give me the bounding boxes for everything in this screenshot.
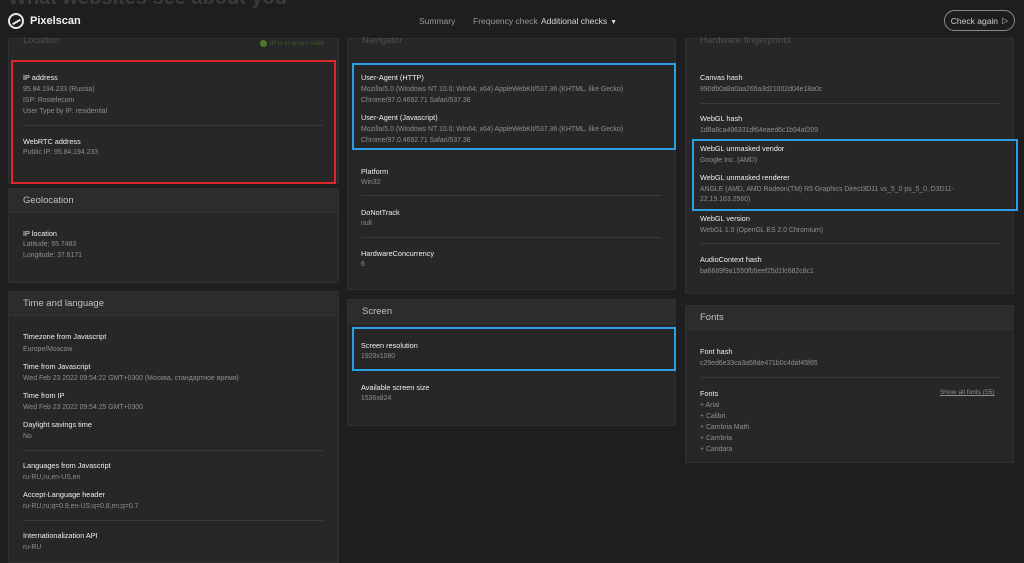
divider: [361, 237, 661, 238]
languages-js-label: Languages from Javascript: [23, 461, 111, 470]
font-hash-value: c29ed6e33ca3a58de471b0c4daf45f65: [700, 360, 818, 367]
intl-api-value: ru-RU: [23, 544, 42, 551]
accept-language-label: Accept-Language header: [23, 490, 105, 499]
divider: [361, 195, 661, 196]
fonts-panel: Fonts Font hash c29ed6e33ca3a58de471b0c4…: [685, 305, 1014, 463]
audiocontext-hash-value: ba6689f9a1550fb5eef25d1fc682c8c1: [700, 268, 814, 275]
time-ip-value: Wed Feb 23 2022 09:54:25 GMT+0300: [23, 404, 143, 411]
font-hash-label: Font hash: [700, 347, 733, 356]
audiocontext-hash-label: AudioContext hash: [700, 255, 762, 264]
ip-match-note: IP is in green state: [260, 40, 325, 47]
fonts-panel-header: Fonts: [686, 306, 1013, 330]
time-language-title: Time and language: [23, 298, 104, 309]
time-js-value: Wed Feb 23 2022 09:54:22 GMT+0300 (Москв…: [23, 375, 239, 382]
font-item: + Calibri: [700, 413, 726, 420]
hardware-concurrency-value: 6: [361, 261, 365, 268]
timezone-label: Timezone from Javascript: [23, 332, 107, 341]
divider: [23, 450, 323, 451]
chevron-down-icon: ▼: [610, 19, 618, 26]
webgl-version-label: WebGL version: [700, 214, 750, 223]
nav-summary[interactable]: Summary: [419, 16, 455, 26]
geolocation-panel-header: Geolocation: [9, 189, 338, 213]
donottrack-value: null: [361, 220, 372, 227]
webgl-hash-label: WebGL hash: [700, 114, 743, 123]
time-ip-label: Time from IP: [23, 391, 65, 400]
highlight-ip-webrtc: [11, 60, 336, 184]
languages-js-value: ru-RU,ru,en-US,en: [23, 474, 81, 481]
navigator-panel-header: Navigator: [348, 33, 675, 57]
webgl-version-value: WebGL 1.0 (OpenGL ES 2.0 Chromium): [700, 227, 824, 234]
nav-frequency-check[interactable]: Frequency check: [473, 16, 538, 26]
dst-value: No: [23, 433, 32, 440]
longitude-value: Longitude: 37.6171: [23, 252, 83, 259]
check-again-button[interactable]: Check again ▷: [944, 10, 1015, 31]
timezone-value: Europe/Moscow: [23, 346, 73, 353]
available-screen-label: Available screen size: [361, 383, 430, 392]
nav-additional-checks[interactable]: Additional checks ▼: [541, 16, 617, 26]
intl-api-label: Internationalization API: [23, 531, 98, 540]
hardware-title: Hardware fingerprints: [700, 35, 791, 46]
canvas-hash-label: Canvas hash: [700, 73, 743, 82]
time-js-label: Time from Javascript: [23, 362, 91, 371]
divider: [700, 377, 1000, 378]
font-item: + Cambria: [700, 435, 732, 442]
time-language-panel: Time and language Timezone from Javascri…: [8, 291, 339, 563]
fonts-list-label: Fonts: [700, 389, 719, 398]
webgl-hash-value: 1d8a8ca496331df64eaed6c1b94af209: [700, 127, 819, 134]
highlight-user-agent: [352, 63, 676, 150]
dst-label: Daylight savings time: [23, 420, 92, 429]
ip-match-note-text: IP is in green state: [270, 40, 325, 47]
donottrack-label: DoNotTrack: [361, 208, 400, 217]
divider: [700, 243, 1000, 244]
platform-label: Platform: [361, 167, 389, 176]
screen-panel-header: Screen: [348, 300, 675, 324]
ip-location-label: IP location: [23, 229, 57, 238]
divider: [23, 520, 323, 521]
font-item: + Arial: [700, 402, 720, 409]
platform-value: Win32: [361, 179, 381, 186]
check-again-label: Check again: [950, 15, 999, 26]
hardware-panel-header: Hardware fingerprints: [686, 33, 1013, 57]
font-item: + Cambria Math: [700, 424, 750, 431]
brand-logo[interactable]: Pixelscan: [8, 13, 81, 29]
green-status-icon: [260, 40, 267, 47]
geolocation-panel: Geolocation IP location Latitude: 55.748…: [8, 188, 339, 283]
time-language-panel-header: Time and language: [9, 292, 338, 316]
navigator-title: Navigator: [362, 35, 403, 46]
fonts-title: Fonts: [700, 312, 724, 323]
highlight-screen-resolution: [352, 327, 676, 371]
hardware-concurrency-label: HardwareConcurrency: [361, 249, 434, 258]
latitude-value: Latitude: 55.7483: [23, 241, 77, 248]
available-screen-value: 1536x824: [361, 395, 392, 402]
geolocation-title: Geolocation: [23, 195, 74, 206]
screen-title: Screen: [362, 306, 393, 317]
show-all-fonts-link[interactable]: Show all fonts (55): [940, 389, 995, 396]
accept-language-value: ru-RU,ru;q=0.9,en-US;q=0.8,en;q=0.7: [23, 503, 139, 510]
canvas-hash-value: 990db0a8a0aa265a3d21002d04e18a0c: [700, 86, 823, 93]
divider: [700, 103, 1000, 104]
pixelscan-logo-icon: [8, 13, 24, 29]
highlight-webgl-vendor-renderer: [692, 139, 1018, 211]
location-title: Location: [23, 35, 59, 46]
brand-name: Pixelscan: [30, 15, 81, 27]
play-icon: ▷: [1002, 16, 1009, 25]
nav-additional-checks-label: Additional checks: [541, 16, 608, 26]
font-item: + Candara: [700, 446, 733, 453]
